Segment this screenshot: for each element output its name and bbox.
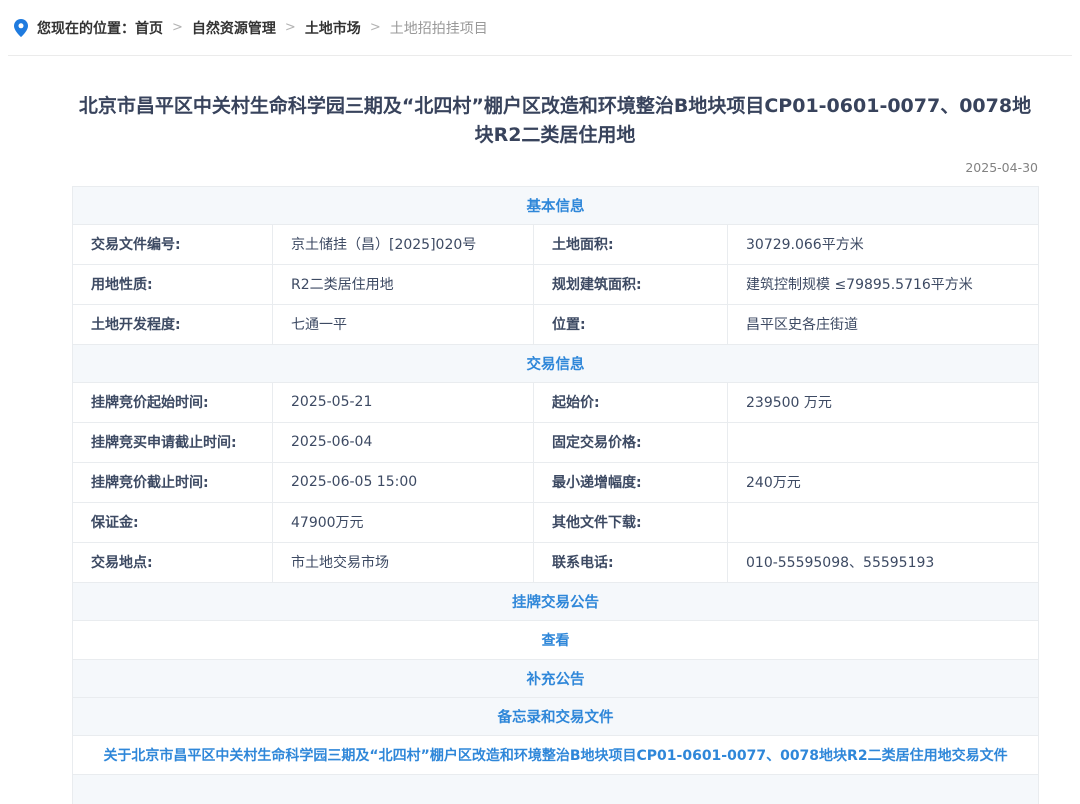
main-content: 北京市昌平区中关村生命科学园三期及“北四村”棚户区改造和环境整治B地块项目CP0… [72,92,1038,804]
field-value: 建筑控制规模 ≤79895.5716平方米 [728,264,1039,304]
section-header-label: 挂牌交易公告 [73,582,1039,620]
field-value [728,422,1039,462]
land-detail-table: 基本信息 交易文件编号: 京土储挂（昌）[2025]020号 土地面积: 307… [72,186,1039,804]
field-value: 47900万元 [273,502,534,542]
field-label: 规划建筑面积: [534,264,728,304]
section-header-label: 补充公告 [73,659,1039,697]
field-label: 保证金: [73,502,273,542]
breadcrumb-separator: > [285,20,296,35]
field-value: 239500 万元 [728,382,1039,422]
table-row: 交易地点: 市土地交易市场 联系电话: 010-55595098、5559519… [73,542,1039,582]
section-header-label: 交易信息 [73,344,1039,382]
field-label: 交易文件编号: [73,224,273,264]
table-row: 挂牌竞价截止时间: 2025-06-05 15:00 最小递增幅度: 240万元 [73,462,1039,502]
section-header-label: 备忘录和交易文件 [73,697,1039,735]
field-label: 起始价: [534,382,728,422]
breadcrumb-separator: > [172,20,183,35]
view-notice-link[interactable]: 查看 [542,633,570,649]
field-value: 昌平区史各庄街道 [728,304,1039,344]
section-header-label: 基本信息 [73,186,1039,224]
section-header-supplement-notice: 补充公告 [73,659,1039,697]
field-value [728,502,1039,542]
breadcrumb-item-land-market[interactable]: 土地市场 [305,18,361,38]
table-row: 挂牌竞买申请截止时间: 2025-06-04 固定交易价格: [73,422,1039,462]
table-row: 关于北京市昌平区中关村生命科学园三期及“北四村”棚户区改造和环境整治B地块项目C… [73,735,1039,774]
page-title: 北京市昌平区中关村生命科学园三期及“北四村”棚户区改造和环境整治B地块项目CP0… [72,92,1038,151]
field-label: 位置: [534,304,728,344]
field-label: 土地面积: [534,224,728,264]
breadcrumb: 您现在的位置： 首页 > 自然资源管理 > 土地市场 > 土地招拍挂项目 [0,0,1080,55]
table-row: 查看 [73,620,1039,659]
field-label: 联系电话: [534,542,728,582]
breadcrumb-prefix: 您现在的位置： [37,18,135,38]
table-row: 土地开发程度: 七通一平 位置: 昌平区史各庄街道 [73,304,1039,344]
field-label: 挂牌竞买申请截止时间: [73,422,273,462]
location-pin-icon [14,19,28,37]
field-value: 京土储挂（昌）[2025]020号 [273,224,534,264]
field-label: 最小递增幅度: [534,462,728,502]
field-label: 挂牌竞价起始时间: [73,382,273,422]
section-header-listing-notice: 挂牌交易公告 [73,582,1039,620]
table-row: 用地性质: R2二类居住用地 规划建筑面积: 建筑控制规模 ≤79895.571… [73,264,1039,304]
table-row: 挂牌竞价起始时间: 2025-05-21 起始价: 239500 万元 [73,382,1039,422]
table-row: 交易文件编号: 京土储挂（昌）[2025]020号 土地面积: 30729.06… [73,224,1039,264]
field-value: 240万元 [728,462,1039,502]
section-header-trade-info: 交易信息 [73,344,1039,382]
field-value: 七通一平 [273,304,534,344]
trade-document-link[interactable]: 关于北京市昌平区中关村生命科学园三期及“北四村”棚户区改造和环境整治B地块项目C… [103,748,1007,764]
breadcrumb-item-home[interactable]: 首页 [135,18,163,38]
field-value: 30729.066平方米 [728,224,1039,264]
field-label: 土地开发程度: [73,304,273,344]
field-value: R2二类居住用地 [273,264,534,304]
header-divider [8,55,1072,56]
breadcrumb-separator: > [370,20,381,35]
field-value: 2025-06-05 15:00 [273,462,534,502]
field-label: 用地性质: [73,264,273,304]
field-value: 市土地交易市场 [273,542,534,582]
field-value: 2025-05-21 [273,382,534,422]
breadcrumb-item-natural-resources[interactable]: 自然资源管理 [192,18,276,38]
section-header-partial [73,774,1039,804]
field-label: 挂牌竞价截止时间: [73,462,273,502]
field-label: 交易地点: [73,542,273,582]
section-header-memo-docs: 备忘录和交易文件 [73,697,1039,735]
field-value: 2025-06-04 [273,422,534,462]
field-label: 其他文件下载: [534,502,728,542]
field-value: 010-55595098、55595193 [728,542,1039,582]
publish-date: 2025-04-30 [72,160,1038,175]
breadcrumb-item-current: 土地招拍挂项目 [390,18,488,38]
field-label: 固定交易价格: [534,422,728,462]
section-header-basic-info: 基本信息 [73,186,1039,224]
table-row: 保证金: 47900万元 其他文件下载: [73,502,1039,542]
